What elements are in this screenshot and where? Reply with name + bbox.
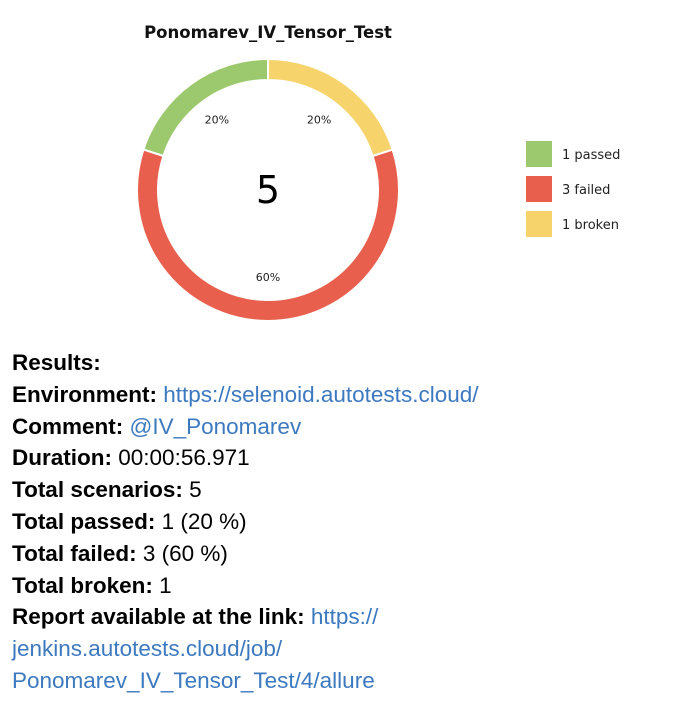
results-label: Results: [12,350,101,375]
chart-title: Ponomarev_IV_Tensor_Test [144,23,392,42]
report-link-part-1[interactable]: https:// [311,604,379,629]
total-broken-row: Total broken: 1 [12,570,662,602]
comment-mention-link[interactable]: @IV_Ponomarev [130,414,302,439]
chart-legend: 1 passed 3 failed 1 broken [526,141,620,237]
comment-label: Comment: [12,413,124,439]
legend-label-1: 3 failed [562,183,610,198]
total-scenarios-value: 5 [189,477,202,503]
total-broken-label: Total broken: [12,572,153,598]
report-link-row-2: jenkins.autotests.cloud/job/ [12,633,662,665]
report-link-row-3: Ponomarev_IV_Tensor_Test/4/allure [12,665,662,697]
results-heading: Results: [12,347,662,379]
slice-percent-label-2: 20% [307,114,331,127]
duration-label: Duration: [12,445,112,471]
results-report: Results: Environment: https://selenoid.a… [12,347,662,697]
report-link-label: Report available at the link: [12,604,305,630]
total-passed-value: 1 (20 %) [161,508,247,534]
environment-link[interactable]: https://selenoid.autotests.cloud/ [163,382,478,407]
donut-chart: Ponomarev_IV_Tensor_Test 20% 60% 20% 5 1 p… [136,23,620,323]
total-failed-row: Total failed: 3 (60 %) [12,538,662,570]
slice-percent-label-1: 60% [256,271,280,284]
total-scenarios-label: Total scenarios: [12,477,183,503]
legend-label-0: 1 passed [562,148,620,163]
total-failed-value: 3 (60 %) [142,540,228,566]
legend-swatch-2 [526,211,552,237]
legend-swatch-0 [526,141,552,167]
environment-row: Environment: https://selenoid.autotests.… [12,379,662,411]
total-passed-row: Total passed: 1 (20 %) [12,506,662,538]
total-broken-value: 1 [159,572,172,598]
duration-row: Duration: 00:00:56.971 [12,442,662,474]
donut-slice-2 [267,57,394,158]
total-failed-label: Total failed: [12,540,137,566]
total-scenarios-row: Total scenarios: 5 [12,474,662,506]
legend-label-2: 1 broken [562,218,619,233]
legend-swatch-1 [526,176,552,202]
donut-slice-0 [142,57,269,158]
total-passed-label: Total passed: [12,508,156,534]
comment-row: Comment: @IV_Ponomarev [12,411,662,443]
donut-center-total: 5 [256,168,280,212]
environment-label: Environment: [12,381,158,407]
slice-percent-label-0: 20% [205,114,229,127]
report-link-part-2[interactable]: jenkins.autotests.cloud/job/ [12,636,282,661]
report-link-part-3[interactable]: Ponomarev_IV_Tensor_Test/4/allure [12,668,375,693]
duration-value: 00:00:56.971 [118,445,250,471]
report-link-row: Report available at the link: https:// [12,601,662,633]
